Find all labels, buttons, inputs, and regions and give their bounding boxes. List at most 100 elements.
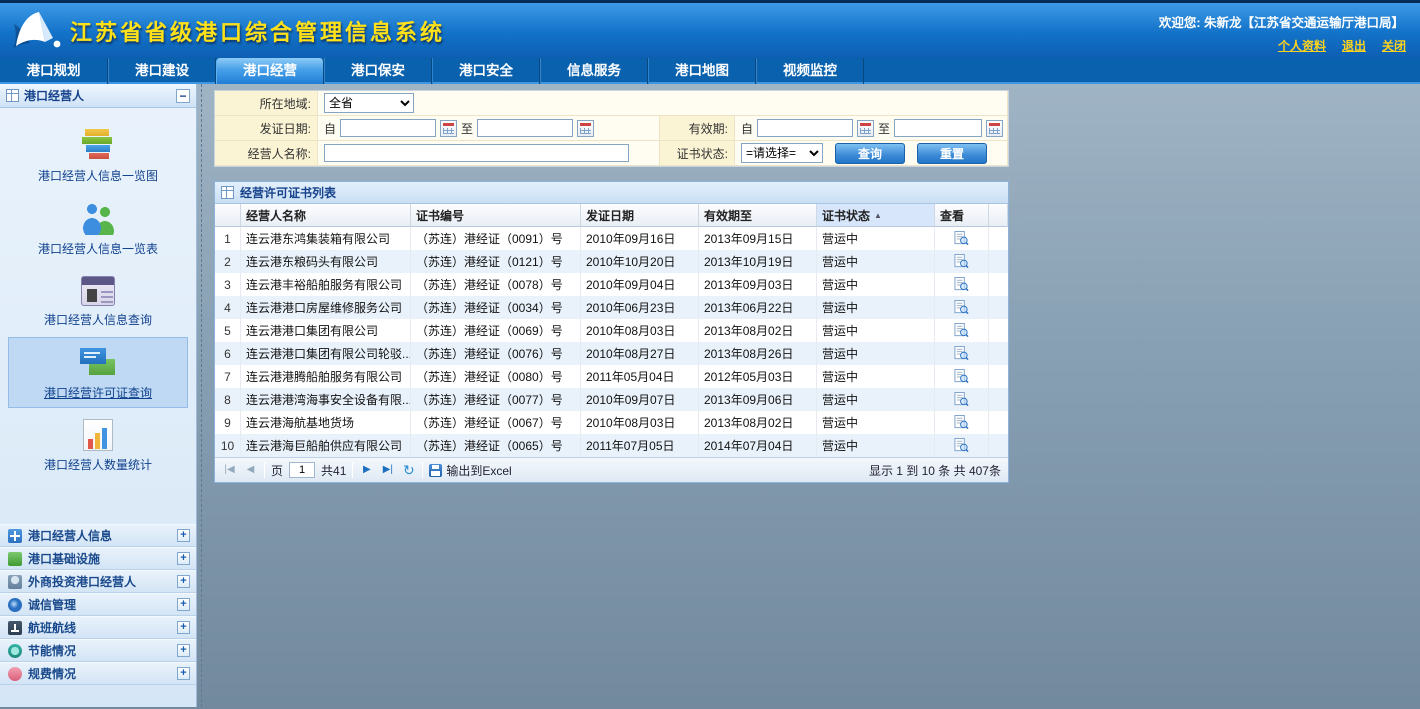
table-row[interactable]: 4 连云港港口房屋维修服务公司 （苏连）港经证（0034）号 2010年06月2… [215,296,1008,319]
sidebar-group[interactable]: 航班航线 + [0,616,196,639]
view-magnifier-icon[interactable] [954,369,969,384]
expand-button[interactable]: + [177,598,190,611]
view-magnifier-icon[interactable] [954,277,969,292]
first-page-button[interactable]: |◀ [222,462,237,478]
table-row[interactable]: 6 连云港港口集团有限公司轮驳... （苏连）港经证（0076）号 2010年0… [215,342,1008,365]
calendar-icon[interactable] [577,120,594,137]
expand-button[interactable]: + [177,644,190,657]
sidebar-resize-gutter[interactable] [197,84,206,707]
view-magnifier-icon[interactable] [954,323,969,338]
sidebar-item[interactable]: 港口经营人信息一览表 [8,193,188,264]
license-icon [79,345,117,379]
cell-cert-no: （苏连）港经证（0069）号 [411,319,581,342]
sidebar-item[interactable]: 港口经营许可证查询 [8,337,188,408]
view-magnifier-icon[interactable] [954,300,969,315]
page-number-input[interactable] [289,462,315,478]
validity-to-input[interactable] [894,119,982,137]
table-row[interactable]: 5 连云港港口集团有限公司 （苏连）港经证（0069）号 2010年08月03日… [215,319,1008,342]
nav-tab[interactable]: 港口经营 [216,58,324,84]
view-magnifier-icon[interactable] [954,254,969,269]
sidebar-group[interactable]: 港口经营人信息 + [0,524,196,547]
query-button[interactable]: 查询 [835,143,905,164]
reset-button[interactable]: 重置 [917,143,987,164]
cell-view [935,365,989,388]
table-row[interactable]: 7 连云港港腾船舶服务有限公司 （苏连）港经证（0080）号 2011年05月0… [215,365,1008,388]
nav-tab[interactable]: 港口安全 [432,58,540,84]
to-label: 至 [461,120,473,137]
view-magnifier-icon[interactable] [954,231,969,246]
nav-tab[interactable]: 港口保安 [324,58,432,84]
total-pages: 共41 [321,462,346,479]
calendar-icon[interactable] [440,120,457,137]
table-header: 经营人名称 证书编号 发证日期 有效期至 证书状态 ▲ 查看 [215,204,1008,227]
col-issue-date[interactable]: 发证日期 [581,204,699,227]
view-magnifier-icon[interactable] [954,346,969,361]
sidebar-group[interactable]: 节能情况 + [0,639,196,662]
header-link[interactable]: 退出 [1342,37,1366,54]
sidebar-group[interactable]: 诚信管理 + [0,593,196,616]
sidebar-group-label: 规费情况 [28,665,76,682]
table-row[interactable]: 1 连云港东鸿集装箱有限公司 （苏连）港经证（0091）号 2010年09月16… [215,227,1008,250]
cell-operator-name: 连云港港口集团有限公司轮驳... [241,342,411,365]
nav-tab[interactable]: 港口规划 [0,58,108,84]
region-label: 所在地域: [215,91,318,116]
calendar-icon[interactable] [986,120,1003,137]
validity-from-input[interactable] [757,119,853,137]
operator-name-input[interactable] [324,144,629,162]
last-page-button[interactable]: ▶| [380,462,395,478]
row-number: 6 [215,342,241,365]
cell-filler [989,227,1008,250]
sidebar-group[interactable]: 规费情况 + [0,662,196,685]
header-link[interactable]: 关闭 [1382,37,1406,54]
calendar-icon[interactable] [857,120,874,137]
cell-filler [989,250,1008,273]
export-excel-button[interactable]: 输出到Excel [429,462,511,479]
col-cert-status[interactable]: 证书状态 ▲ [817,204,935,227]
col-view[interactable]: 查看 [935,204,989,227]
nav-tab[interactable]: 信息服务 [540,58,648,84]
expand-button[interactable]: + [177,575,190,588]
nav-tab[interactable]: 港口建设 [108,58,216,84]
page-label: 页 [271,462,283,479]
sidebar-items: 港口经营人信息一览图 港口经营人信息一览表 港口经营人信息查询 [0,108,196,482]
expand-button[interactable]: + [177,621,190,634]
cell-filler [989,411,1008,434]
table-row[interactable]: 9 连云港海航基地货场 （苏连）港经证（0067）号 2010年08月03日 2… [215,411,1008,434]
prev-page-button[interactable]: ◀ [243,462,258,478]
expand-button[interactable]: + [177,552,190,565]
issue-date-to-input[interactable] [477,119,573,137]
header-link[interactable]: 个人资料 [1278,37,1326,54]
sidebar-group[interactable]: 港口基础设施 + [0,547,196,570]
region-select[interactable]: 全省 [324,93,414,113]
table-row[interactable]: 8 连云港港湾海事安全设备有限... （苏连）港经证（0077）号 2010年0… [215,388,1008,411]
cell-issue-date: 2010年09月07日 [581,388,699,411]
issue-date-from-input[interactable] [340,119,436,137]
expand-button[interactable]: + [177,667,190,680]
content-area: 港口经营人 − 港口经营人信息一览图 港口经营人信息一览表 [0,84,1420,707]
next-page-button[interactable]: ▶ [359,462,374,478]
table-row[interactable]: 2 连云港东粮码头有限公司 （苏连）港经证（0121）号 2010年10月20日… [215,250,1008,273]
table-row[interactable]: 10 连云港海巨船舶供应有限公司 （苏连）港经证（0065）号 2011年07月… [215,434,1008,457]
region-field: 全省 [318,91,1008,116]
view-magnifier-icon[interactable] [954,392,969,407]
col-cert-no[interactable]: 证书编号 [411,204,581,227]
cell-valid-until: 2013年10月19日 [699,250,817,273]
collapse-button[interactable]: − [176,89,190,103]
nav-tab[interactable]: 视频监控 [756,58,864,84]
col-operator-name[interactable]: 经营人名称 [241,204,411,227]
view-magnifier-icon[interactable] [954,438,969,453]
validity-label: 有效期: [660,116,735,141]
sidebar-group[interactable]: 外商投资港口经营人 + [0,570,196,593]
sidebar-item[interactable]: 港口经营人信息查询 [8,266,188,335]
cert-status-select[interactable]: =请选择= [741,143,823,163]
expand-button[interactable]: + [177,529,190,542]
view-magnifier-icon[interactable] [954,415,969,430]
cell-filler [989,434,1008,457]
sidebar-item[interactable]: 港口经营人数量统计 [8,410,188,480]
refresh-icon[interactable]: ↻ [401,462,416,478]
nav-tab[interactable]: 港口地图 [648,58,756,84]
table-row[interactable]: 3 连云港丰裕船舶服务有限公司 （苏连）港经证（0078）号 2010年09月0… [215,273,1008,296]
sidebar-item[interactable]: 港口经营人信息一览图 [8,120,188,191]
cell-filler [989,365,1008,388]
col-valid-until[interactable]: 有效期至 [699,204,817,227]
